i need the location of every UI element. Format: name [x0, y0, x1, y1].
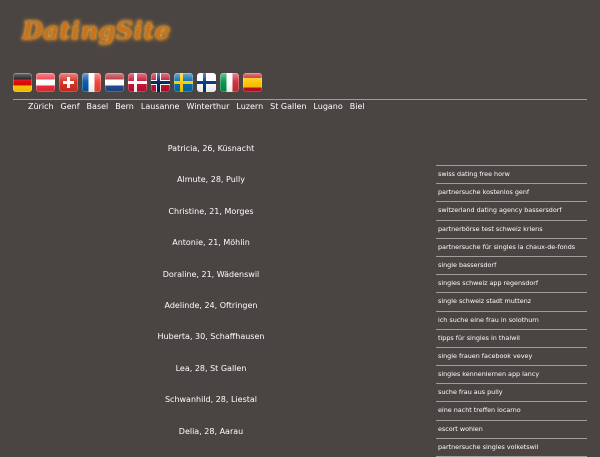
list-item: suche frau aus pully: [436, 384, 587, 403]
city-link[interactable]: Winterthur: [186, 102, 229, 111]
list-item: partnersuche singles volketswil: [436, 439, 587, 457]
list-item: Adelinde, 24, Oftringen: [118, 300, 304, 331]
list-item: Patricia, 26, Küsnacht: [118, 143, 304, 174]
city-link[interactable]: Zürich: [28, 102, 54, 111]
sidebar-link-list: swiss dating free horw partnersuche kost…: [436, 165, 587, 457]
list-item: ich suche eine frau in solothurn: [436, 312, 587, 330]
profile-link[interactable]: Doraline, 21, Wädenswil: [163, 270, 260, 279]
list-item: Lea, 28, St Gallen: [118, 363, 304, 394]
list-item: escort wohlen: [436, 421, 587, 439]
flag-spain-icon[interactable]: [243, 73, 262, 92]
flag-denmark-icon[interactable]: [128, 73, 147, 92]
list-item: Antonie, 21, Möhlin: [118, 237, 304, 268]
profile-list: Patricia, 26, Küsnacht Almute, 28, Pully…: [118, 143, 304, 457]
flag-finland-icon[interactable]: [197, 73, 216, 92]
city-link[interactable]: Basel: [87, 102, 109, 111]
language-flags: [13, 73, 262, 92]
flag-italy-icon[interactable]: [220, 73, 239, 92]
city-link[interactable]: Biel: [350, 102, 365, 111]
list-item: single bassersdorf: [436, 257, 587, 276]
city-link[interactable]: Lugano: [313, 102, 342, 111]
sidebar-link[interactable]: single frauen facebook vevey: [438, 352, 532, 360]
sidebar-link[interactable]: singles schweiz app regensdorf: [438, 279, 538, 287]
profile-link[interactable]: Schwanhild, 28, Liestal: [165, 395, 257, 404]
profile-link[interactable]: Adelinde, 24, Oftringen: [165, 301, 258, 310]
sidebar-link[interactable]: single schweiz stadt muttenz: [438, 297, 531, 305]
sidebar-link[interactable]: suche frau aus pully: [438, 388, 503, 396]
city-nav: Zürich Genf Basel Bern Lausanne Winterth…: [28, 102, 365, 111]
list-item: Christine, 21, Morges: [118, 206, 304, 237]
sidebar-link[interactable]: tipps für singles in thalwil: [438, 334, 520, 342]
city-link[interactable]: Genf: [61, 102, 80, 111]
sidebar-link[interactable]: swiss dating free horw: [438, 170, 510, 178]
list-item: tipps für singles in thalwil: [436, 330, 587, 348]
flag-austria-icon[interactable]: [36, 73, 55, 92]
profile-link[interactable]: Lea, 28, St Gallen: [176, 364, 247, 373]
profile-link[interactable]: Christine, 21, Morges: [168, 207, 253, 216]
list-item: Almute, 28, Pully: [118, 174, 304, 205]
profile-link[interactable]: Patricia, 26, Küsnacht: [168, 144, 255, 153]
flag-norway-icon[interactable]: [151, 73, 170, 92]
list-item: singles schweiz app regensdorf: [436, 275, 587, 294]
flag-germany-icon[interactable]: [13, 73, 32, 92]
profile-link[interactable]: Huberta, 30, Schaffhausen: [158, 332, 265, 341]
list-item: swiss dating free horw: [436, 166, 587, 185]
city-link[interactable]: Bern: [115, 102, 134, 111]
flag-france-icon[interactable]: [82, 73, 101, 92]
list-item: single schweiz stadt muttenz: [436, 293, 587, 312]
list-item: Delia, 28, Aarau: [118, 426, 304, 457]
sidebar-link[interactable]: switzerland dating agency bassersdorf: [438, 206, 562, 214]
sidebar-link[interactable]: partnerbörse test schweiz kriens: [438, 225, 543, 233]
flag-switzerland-icon[interactable]: [59, 73, 78, 92]
profile-link[interactable]: Almute, 28, Pully: [177, 175, 245, 184]
sidebar-link[interactable]: ich suche eine frau in solothurn: [438, 316, 539, 324]
flag-netherlands-icon[interactable]: [105, 73, 124, 92]
list-item: Schwanhild, 28, Liestal: [118, 394, 304, 425]
sidebar-link[interactable]: escort wohlen: [438, 425, 483, 433]
list-item: partnerbörse test schweiz kriens: [436, 221, 587, 239]
city-link[interactable]: Luzern: [236, 102, 263, 111]
sidebar-link[interactable]: partnersuche kostenlos genf: [438, 188, 529, 196]
list-item: single frauen facebook vevey: [436, 348, 587, 367]
list-item: singles kennenlernen app lancy: [436, 366, 587, 385]
list-item: switzerland dating agency bassersdorf: [436, 202, 587, 221]
list-item: partnersuche kostenlos genf: [436, 184, 587, 203]
list-item: eine nacht treffen locarno: [436, 402, 587, 421]
profile-link[interactable]: Delia, 28, Aarau: [179, 427, 243, 436]
profile-link[interactable]: Antonie, 21, Möhlin: [172, 238, 250, 247]
sidebar-link[interactable]: single bassersdorf: [438, 261, 496, 269]
city-link[interactable]: St Gallen: [270, 102, 306, 111]
list-item: partnersuche für singles la chaux-de-fon…: [436, 239, 587, 257]
header-divider: [13, 99, 587, 100]
list-item: Huberta, 30, Schaffhausen: [118, 331, 304, 362]
list-item: Doraline, 21, Wädenswil: [118, 269, 304, 300]
site-logo[interactable]: DatingSite: [22, 16, 171, 45]
sidebar-link[interactable]: eine nacht treffen locarno: [438, 406, 521, 414]
flag-sweden-icon[interactable]: [174, 73, 193, 92]
city-link[interactable]: Lausanne: [141, 102, 180, 111]
sidebar-link[interactable]: singles kennenlernen app lancy: [438, 370, 539, 378]
sidebar-link[interactable]: partnersuche für singles la chaux-de-fon…: [438, 243, 575, 251]
